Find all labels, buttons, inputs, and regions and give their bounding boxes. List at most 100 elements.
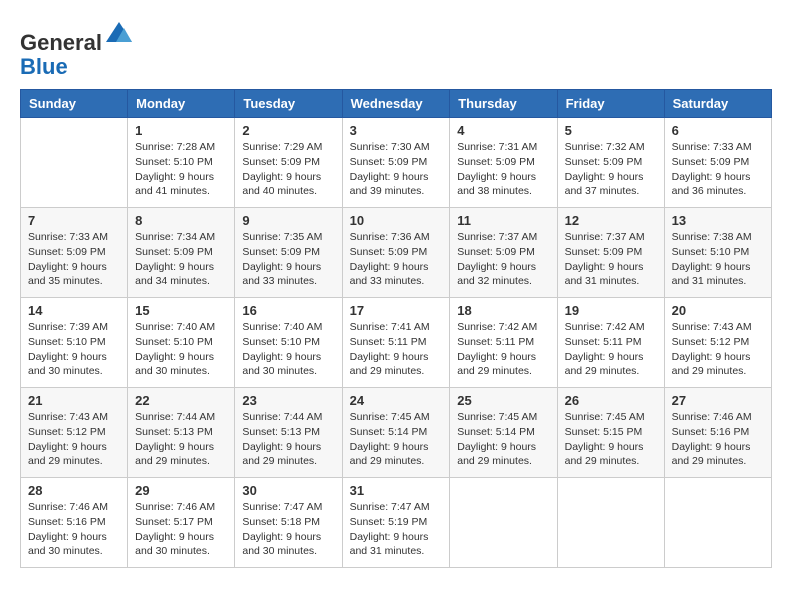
day-number: 15 bbox=[135, 303, 227, 318]
calendar-cell: 30 Sunrise: 7:47 AM Sunset: 5:18 PM Dayli… bbox=[235, 478, 342, 568]
day-of-week-header: Tuesday bbox=[235, 90, 342, 118]
calendar-cell: 15Sunrise: 7:40 AM Sunset: 5:10 PM Dayli… bbox=[128, 298, 235, 388]
calendar-week-row: 7 Sunrise: 7:33 AM Sunset: 5:09 PM Daylig… bbox=[21, 208, 772, 298]
calendar-cell: 19 Sunrise: 7:42 AM Sunset: 5:11 PM Dayli… bbox=[557, 298, 664, 388]
day-number: 19 bbox=[565, 303, 657, 318]
day-number: 25 bbox=[457, 393, 549, 408]
day-number: 1 bbox=[135, 123, 227, 138]
day-number: 18 bbox=[457, 303, 549, 318]
day-info: Sunrise: 7:44 AM Sunset: 5:13 PM Dayligh… bbox=[135, 410, 227, 469]
day-info: Sunrise: 7:43 AM Sunset: 5:12 PM Dayligh… bbox=[672, 320, 764, 379]
calendar-cell: 22 Sunrise: 7:44 AM Sunset: 5:13 PM Dayli… bbox=[128, 388, 235, 478]
calendar-cell: 25 Sunrise: 7:45 AM Sunset: 5:14 PM Dayli… bbox=[450, 388, 557, 478]
logo-icon bbox=[104, 20, 134, 50]
day-of-week-header: Wednesday bbox=[342, 90, 450, 118]
calendar-cell: 4 Sunrise: 7:31 AM Sunset: 5:09 PM Daylig… bbox=[450, 118, 557, 208]
calendar-cell: 3 Sunrise: 7:30 AM Sunset: 5:09 PM Daylig… bbox=[342, 118, 450, 208]
day-info: Sunrise: 7:45 AM Sunset: 5:14 PM Dayligh… bbox=[350, 410, 443, 469]
calendar-cell bbox=[557, 478, 664, 568]
day-number: 21 bbox=[28, 393, 120, 408]
calendar-week-row: 14 Sunrise: 7:39 AM Sunset: 5:10 PM Dayli… bbox=[21, 298, 772, 388]
day-info: Sunrise: 7:33 AM Sunset: 5:09 PM Dayligh… bbox=[28, 230, 120, 289]
day-info: Sunrise: 7:44 AM Sunset: 5:13 PM Dayligh… bbox=[242, 410, 334, 469]
logo-blue: Blue bbox=[20, 54, 68, 79]
day-info: Sunrise: 7:31 AM Sunset: 5:09 PM Dayligh… bbox=[457, 140, 549, 199]
day-number: 13 bbox=[672, 213, 764, 228]
day-number: 29 bbox=[135, 483, 227, 498]
day-number: 30 bbox=[242, 483, 334, 498]
day-info: Sunrise: 7:45 AM Sunset: 5:15 PM Dayligh… bbox=[565, 410, 657, 469]
calendar-week-row: 1 Sunrise: 7:28 AM Sunset: 5:10 PM Daylig… bbox=[21, 118, 772, 208]
calendar-cell: 6Sunrise: 7:33 AM Sunset: 5:09 PM Daylig… bbox=[664, 118, 771, 208]
day-number: 24 bbox=[350, 393, 443, 408]
day-number: 6 bbox=[672, 123, 764, 138]
day-number: 27 bbox=[672, 393, 764, 408]
day-number: 11 bbox=[457, 213, 549, 228]
calendar-cell: 11 Sunrise: 7:37 AM Sunset: 5:09 PM Dayli… bbox=[450, 208, 557, 298]
calendar-cell: 14 Sunrise: 7:39 AM Sunset: 5:10 PM Dayli… bbox=[21, 298, 128, 388]
day-number: 31 bbox=[350, 483, 443, 498]
day-number: 20 bbox=[672, 303, 764, 318]
calendar-cell: 20 Sunrise: 7:43 AM Sunset: 5:12 PM Dayli… bbox=[664, 298, 771, 388]
day-number: 4 bbox=[457, 123, 549, 138]
day-info: Sunrise: 7:29 AM Sunset: 5:09 PM Dayligh… bbox=[242, 140, 334, 199]
calendar-table: SundayMondayTuesdayWednesdayThursdayFrid… bbox=[20, 89, 772, 568]
day-number: 16 bbox=[242, 303, 334, 318]
calendar-cell: 10Sunrise: 7:36 AM Sunset: 5:09 PM Dayli… bbox=[342, 208, 450, 298]
day-info: Sunrise: 7:34 AM Sunset: 5:09 PM Dayligh… bbox=[135, 230, 227, 289]
day-info: Sunrise: 7:47 AM Sunset: 5:19 PM Dayligh… bbox=[350, 500, 443, 559]
calendar-cell bbox=[664, 478, 771, 568]
day-info: Sunrise: 7:42 AM Sunset: 5:11 PM Dayligh… bbox=[457, 320, 549, 379]
day-number: 22 bbox=[135, 393, 227, 408]
day-info: Sunrise: 7:30 AM Sunset: 5:09 PM Dayligh… bbox=[350, 140, 443, 199]
calendar-cell: 21Sunrise: 7:43 AM Sunset: 5:12 PM Dayli… bbox=[21, 388, 128, 478]
calendar-cell: 9 Sunrise: 7:35 AM Sunset: 5:09 PM Daylig… bbox=[235, 208, 342, 298]
calendar-cell: 24 Sunrise: 7:45 AM Sunset: 5:14 PM Dayli… bbox=[342, 388, 450, 478]
day-number: 8 bbox=[135, 213, 227, 228]
calendar-week-row: 28Sunrise: 7:46 AM Sunset: 5:16 PM Dayli… bbox=[21, 478, 772, 568]
day-number: 23 bbox=[242, 393, 334, 408]
day-of-week-header: Sunday bbox=[21, 90, 128, 118]
calendar-cell: 13 Sunrise: 7:38 AM Sunset: 5:10 PM Dayli… bbox=[664, 208, 771, 298]
calendar-cell: 12Sunrise: 7:37 AM Sunset: 5:09 PM Dayli… bbox=[557, 208, 664, 298]
calendar-cell: 28Sunrise: 7:46 AM Sunset: 5:16 PM Dayli… bbox=[21, 478, 128, 568]
day-number: 17 bbox=[350, 303, 443, 318]
day-info: Sunrise: 7:42 AM Sunset: 5:11 PM Dayligh… bbox=[565, 320, 657, 379]
day-info: Sunrise: 7:37 AM Sunset: 5:09 PM Dayligh… bbox=[457, 230, 549, 289]
calendar-cell: 8 Sunrise: 7:34 AM Sunset: 5:09 PM Daylig… bbox=[128, 208, 235, 298]
calendar-cell: 29 Sunrise: 7:46 AM Sunset: 5:17 PM Dayli… bbox=[128, 478, 235, 568]
day-info: Sunrise: 7:47 AM Sunset: 5:18 PM Dayligh… bbox=[242, 500, 334, 559]
day-info: Sunrise: 7:36 AM Sunset: 5:09 PM Dayligh… bbox=[350, 230, 443, 289]
calendar-week-row: 21Sunrise: 7:43 AM Sunset: 5:12 PM Dayli… bbox=[21, 388, 772, 478]
calendar-body: 1 Sunrise: 7:28 AM Sunset: 5:10 PM Daylig… bbox=[21, 118, 772, 568]
calendar-cell: 1 Sunrise: 7:28 AM Sunset: 5:10 PM Daylig… bbox=[128, 118, 235, 208]
day-of-week-header: Friday bbox=[557, 90, 664, 118]
calendar-cell: 2Sunrise: 7:29 AM Sunset: 5:09 PM Daylig… bbox=[235, 118, 342, 208]
day-info: Sunrise: 7:37 AM Sunset: 5:09 PM Dayligh… bbox=[565, 230, 657, 289]
day-info: Sunrise: 7:35 AM Sunset: 5:09 PM Dayligh… bbox=[242, 230, 334, 289]
day-info: Sunrise: 7:46 AM Sunset: 5:17 PM Dayligh… bbox=[135, 500, 227, 559]
day-info: Sunrise: 7:32 AM Sunset: 5:09 PM Dayligh… bbox=[565, 140, 657, 199]
calendar-cell: 27 Sunrise: 7:46 AM Sunset: 5:16 PM Dayli… bbox=[664, 388, 771, 478]
calendar-cell: 26Sunrise: 7:45 AM Sunset: 5:15 PM Dayli… bbox=[557, 388, 664, 478]
day-info: Sunrise: 7:39 AM Sunset: 5:10 PM Dayligh… bbox=[28, 320, 120, 379]
day-info: Sunrise: 7:28 AM Sunset: 5:10 PM Dayligh… bbox=[135, 140, 227, 199]
day-of-week-header: Monday bbox=[128, 90, 235, 118]
day-of-week-header: Saturday bbox=[664, 90, 771, 118]
day-info: Sunrise: 7:45 AM Sunset: 5:14 PM Dayligh… bbox=[457, 410, 549, 469]
calendar-cell bbox=[21, 118, 128, 208]
day-info: Sunrise: 7:38 AM Sunset: 5:10 PM Dayligh… bbox=[672, 230, 764, 289]
day-number: 14 bbox=[28, 303, 120, 318]
day-number: 9 bbox=[242, 213, 334, 228]
day-info: Sunrise: 7:46 AM Sunset: 5:16 PM Dayligh… bbox=[672, 410, 764, 469]
day-of-week-header: Thursday bbox=[450, 90, 557, 118]
calendar-cell: 17 Sunrise: 7:41 AM Sunset: 5:11 PM Dayli… bbox=[342, 298, 450, 388]
day-number: 7 bbox=[28, 213, 120, 228]
calendar-cell: 7 Sunrise: 7:33 AM Sunset: 5:09 PM Daylig… bbox=[21, 208, 128, 298]
day-info: Sunrise: 7:41 AM Sunset: 5:11 PM Dayligh… bbox=[350, 320, 443, 379]
day-number: 3 bbox=[350, 123, 443, 138]
page-header: General Blue bbox=[20, 20, 772, 79]
calendar-cell: 16Sunrise: 7:40 AM Sunset: 5:10 PM Dayli… bbox=[235, 298, 342, 388]
logo-general: General bbox=[20, 30, 102, 55]
day-info: Sunrise: 7:46 AM Sunset: 5:16 PM Dayligh… bbox=[28, 500, 120, 559]
